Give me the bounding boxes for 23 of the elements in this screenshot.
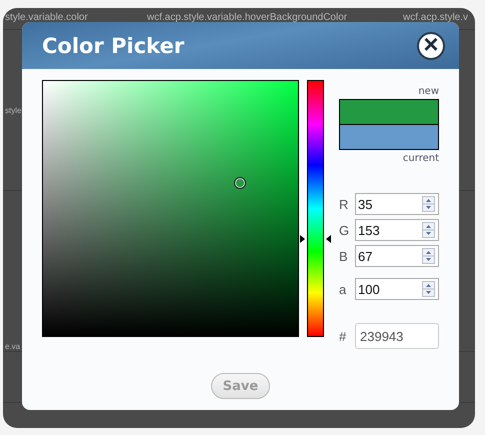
dialog-title: Color Picker: [42, 34, 184, 58]
backdrop-text: wcf.acp.style.v: [403, 12, 468, 24]
channel-label: G: [339, 222, 350, 238]
spinner-icon[interactable]: [422, 196, 435, 212]
backdrop-text: e.va: [5, 342, 20, 351]
spinner-icon[interactable]: [422, 281, 435, 297]
picker-handle[interactable]: [234, 177, 246, 189]
backdrop-text: style.variable.color: [4, 12, 89, 24]
channel-label: a: [339, 282, 348, 296]
channel-label: R: [339, 196, 350, 212]
channel-label: B: [339, 248, 349, 264]
hex-label: #: [339, 328, 348, 344]
backdrop-text: wcf.acp.style.variable.hoverBackgroundColor: [147, 12, 348, 24]
swatch-label: current: [402, 153, 439, 164]
spinner-icon[interactable]: [422, 222, 435, 238]
saturation-area[interactable]: [42, 80, 299, 337]
swatch-label: new: [417, 86, 439, 97]
spinner-icon[interactable]: [422, 248, 435, 264]
hue-thumb-drawing[interactable]: [300, 234, 331, 244]
hex-field[interactable]: 239943: [355, 323, 439, 349]
close-button[interactable]: ×: [417, 32, 445, 60]
backdrop-text: style: [5, 106, 22, 114]
hue-slider[interactable]: [300, 80, 331, 337]
